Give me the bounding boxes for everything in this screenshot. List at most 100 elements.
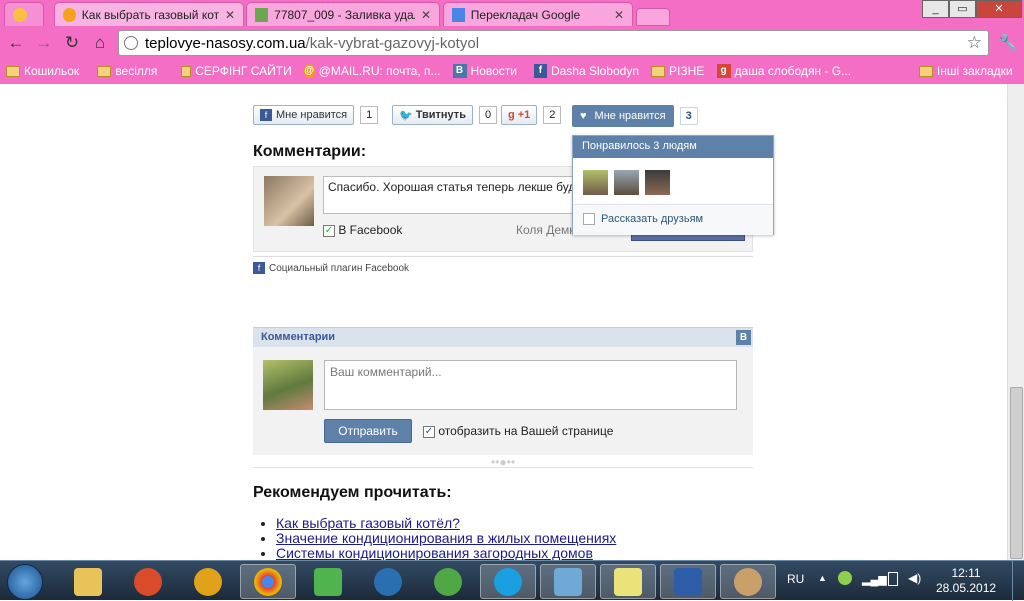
folder-icon	[651, 65, 665, 77]
send-button[interactable]: Отправить	[324, 419, 412, 443]
checkbox-icon[interactable]	[583, 213, 595, 226]
clock-time: 12:11	[951, 566, 981, 580]
tab-3[interactable]: Перекладач Google ✕	[443, 2, 633, 26]
liker-avatar[interactable]	[614, 170, 639, 195]
bookmark-label: Інші закладки	[936, 64, 1013, 78]
tweet-count: 0	[478, 106, 498, 124]
post-to-label: В Facebook	[338, 223, 403, 237]
bookmark-folder[interactable]: Кошильок	[6, 64, 85, 78]
new-tab-button[interactable]	[4, 2, 44, 26]
bookmark-star-icon[interactable]: ☆	[967, 33, 982, 53]
facebook-icon: f	[260, 109, 272, 121]
taskbar-image-viewer[interactable]	[540, 564, 596, 599]
bookmark-folder[interactable]: весілля	[97, 64, 168, 78]
tab-active[interactable]: Как выбрать газовый котё ✕	[54, 2, 244, 26]
aimp-icon	[194, 567, 222, 596]
euro-icon	[374, 567, 402, 596]
battery-icon[interactable]	[888, 572, 898, 586]
bookmark-label: Dasha Slobodyn	[550, 64, 639, 78]
show-on-page-label: отобразить на Вашей странице	[438, 424, 614, 438]
taskbar-chrome[interactable]	[240, 564, 296, 599]
taskbar-app[interactable]	[360, 564, 416, 599]
recommend-link[interactable]: Значение кондиционирования в жилых помещ…	[276, 530, 616, 546]
bookmark-link[interactable]: @ @MAIL.RU: почта, п...	[303, 64, 441, 78]
gplus-button[interactable]: g +1	[501, 105, 538, 125]
scrollbar-thumb[interactable]	[1010, 387, 1023, 559]
tweet-button[interactable]: 🐦 Твитнуть	[392, 105, 473, 125]
tab-label: Перекладач Google	[470, 7, 581, 22]
bookmark-folder[interactable]: РІЗНЕ	[651, 64, 705, 78]
start-button[interactable]	[7, 564, 43, 600]
language-indicator[interactable]: RU	[787, 572, 804, 586]
bookmark-link[interactable]: g даша слободян - G...	[716, 64, 856, 78]
bookmark-folder[interactable]: СЕРФІНГ САЙТИ	[180, 64, 292, 78]
bookmark-link[interactable]: B Новости	[452, 64, 522, 78]
fb-like-button[interactable]: f Мне нравится	[253, 105, 355, 125]
bookmark-link[interactable]: f Dasha Slobodyn	[533, 64, 639, 78]
tray-expand-icon[interactable]: ▲	[818, 573, 827, 583]
liker-avatar[interactable]	[645, 170, 670, 195]
recommend-list: Как выбрать газовый котёл? Значение конд…	[276, 516, 616, 561]
tab-2[interactable]: 77807_009 - Заливка удален ✕	[246, 2, 440, 26]
tray-app-icon[interactable]	[838, 571, 852, 585]
twitter-bird-icon: 🐦	[399, 109, 413, 122]
new-tab-icon[interactable]	[636, 8, 670, 26]
close-window-button[interactable]: ✕	[976, 0, 1022, 18]
vk-comment-input[interactable]: Ваш комментарий...	[324, 360, 737, 410]
comment-author: Коля Демк	[516, 223, 575, 237]
taskbar-skype[interactable]	[480, 564, 536, 599]
recommend-link[interactable]: Системы кондиционирования загородных дом…	[276, 545, 593, 561]
app-icon	[314, 567, 342, 596]
home-icon[interactable]: ⌂	[90, 33, 110, 53]
taskbar-app[interactable]	[180, 564, 236, 599]
reload-icon[interactable]: ↻	[62, 33, 82, 53]
clock[interactable]: 12:11 28.05.2012	[936, 566, 996, 596]
taskbar-app[interactable]	[120, 564, 176, 599]
checkbox-checked-icon[interactable]: ✓	[323, 224, 335, 237]
fb-plugin-footer: f Социальный плагин Facebook	[253, 256, 753, 274]
maximize-button[interactable]: ▭	[949, 0, 976, 18]
mail-ru-icon: @	[303, 64, 315, 78]
taskbar-sticky-notes[interactable]	[600, 564, 656, 599]
image-viewer-icon	[554, 567, 582, 596]
wrench-icon[interactable]: 🔧	[998, 33, 1018, 53]
vk-like-button[interactable]: ♥ Мне нравится	[572, 105, 674, 127]
tab-close-icon[interactable]: ✕	[614, 8, 624, 22]
google-plus-icon: g	[508, 109, 515, 121]
back-icon[interactable]: ←	[6, 33, 26, 53]
minimize-button[interactable]: _	[922, 0, 949, 18]
web-page: f Мне нравится 1 🐦 Твитнуть 0 g +1 2 ♥ Мне н…	[0, 84, 1024, 560]
taskbar-explorer[interactable]	[60, 564, 116, 599]
list-item: Как выбрать газовый котёл?	[276, 516, 616, 531]
post-to-facebook[interactable]: ✓ В Facebook	[323, 223, 402, 237]
liker-avatar[interactable]	[583, 170, 608, 195]
other-bookmarks[interactable]: Інші закладки	[918, 64, 1018, 78]
folder-icon	[180, 65, 192, 77]
tweet-label: Твитнуть	[415, 109, 466, 121]
clock-date: 28.05.2012	[936, 581, 997, 595]
vk-icon: B	[452, 64, 467, 78]
paint-icon	[734, 567, 762, 596]
sticky-notes-icon	[614, 567, 642, 596]
volume-icon[interactable]: ◀)	[908, 571, 921, 585]
forward-icon[interactable]: →	[34, 33, 54, 53]
tell-friends-option[interactable]: Рассказать друзьям	[573, 204, 773, 235]
recommend-link[interactable]: Как выбрать газовый котёл?	[276, 515, 460, 531]
tab-close-icon[interactable]: ✕	[225, 8, 235, 22]
recommend-heading: Рекомендуем прочитать:	[253, 484, 452, 501]
tab-close-icon[interactable]: ✕	[421, 8, 431, 22]
gplus-label: +1	[517, 109, 531, 121]
show-on-page-option[interactable]: ✓ отобразить на Вашей странице	[423, 424, 613, 438]
network-icon[interactable]: ▂▄▆	[862, 573, 887, 586]
show-desktop-button[interactable]	[1012, 561, 1024, 601]
taskbar-paint[interactable]	[720, 564, 776, 599]
taskbar-utorrent[interactable]	[420, 564, 476, 599]
address-bar[interactable]: teplovye-nasosy.com.ua/kak-vybrat-gazovy…	[118, 30, 989, 56]
popup-header: Понравилось 3 людям	[573, 136, 773, 158]
vk-logo-icon: В	[736, 330, 751, 345]
vk-comments-title: Комментарии	[261, 331, 336, 343]
checkbox-checked-icon[interactable]: ✓	[423, 425, 435, 438]
taskbar-word[interactable]	[660, 564, 716, 599]
taskbar-app[interactable]	[300, 564, 356, 599]
scrollbar[interactable]	[1007, 84, 1024, 560]
